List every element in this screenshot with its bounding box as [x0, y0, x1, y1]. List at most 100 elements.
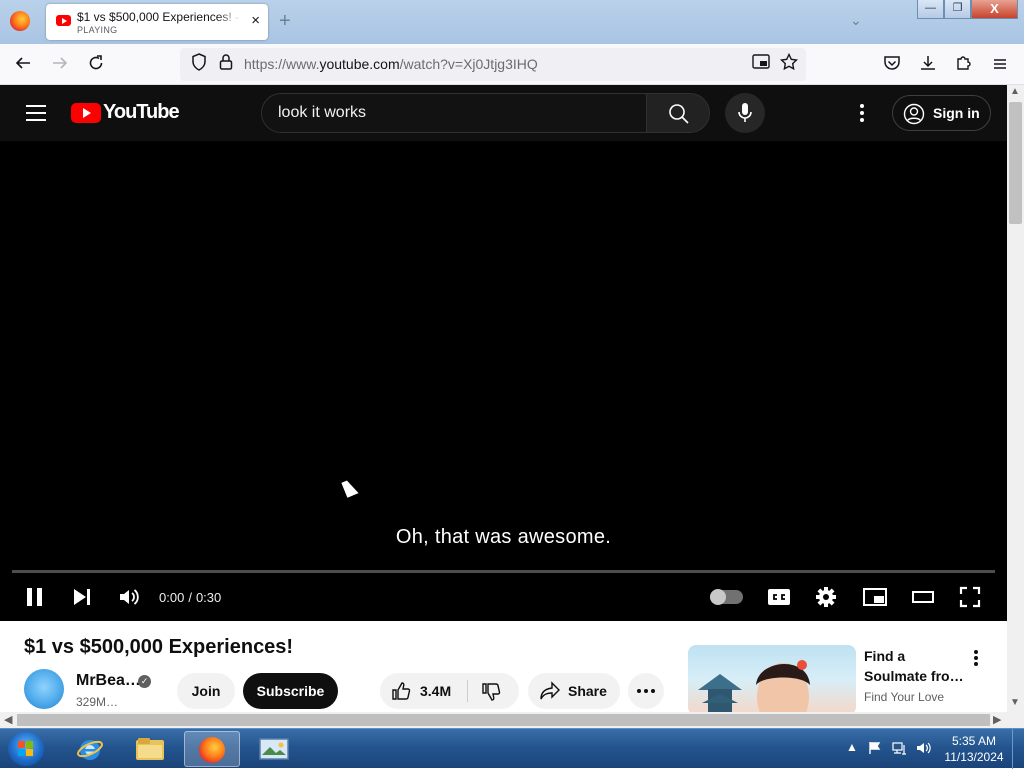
- horizontal-scroll-thumb[interactable]: [17, 714, 990, 726]
- browser-titlebar: $1 vs $500,000 Experiences! - YouTube PL…: [0, 0, 1024, 44]
- internet-explorer-icon: [77, 740, 103, 760]
- thumbs-up-icon[interactable]: [391, 681, 411, 701]
- reload-button[interactable]: [85, 54, 107, 76]
- subscribe-button[interactable]: Subscribe: [243, 673, 338, 709]
- star-icon: [779, 52, 799, 71]
- network-icon[interactable]: [892, 740, 908, 756]
- folder-icon: [136, 738, 164, 760]
- horizontal-scrollbar[interactable]: ◀ ▶: [0, 712, 1007, 728]
- taskbar-image-viewer[interactable]: [246, 731, 302, 767]
- back-button[interactable]: [12, 54, 34, 76]
- taskbar-clock[interactable]: 5:35 AM 11/13/2024: [938, 733, 1010, 765]
- scroll-left-arrow-icon[interactable]: ◀: [4, 713, 12, 726]
- scrollbar-corner: [1007, 712, 1024, 728]
- volume-icon: [120, 589, 139, 605]
- scroll-down-arrow-icon[interactable]: ▼: [1010, 697, 1020, 708]
- join-button[interactable]: Join: [177, 673, 235, 709]
- share-button[interactable]: Share: [528, 673, 620, 709]
- taskbar-firefox[interactable]: [184, 731, 240, 767]
- youtube-logo-icon[interactable]: [71, 103, 101, 123]
- guide-menu-button[interactable]: [26, 105, 46, 126]
- arrow-left-icon: [15, 57, 30, 69]
- app-menu-button[interactable]: [989, 54, 1011, 76]
- vertical-scrollbar[interactable]: ▲ ▼: [1007, 85, 1024, 712]
- microphone-icon: [738, 103, 752, 122]
- site-security-button[interactable]: [215, 53, 237, 75]
- next-video-button[interactable]: [70, 585, 96, 609]
- start-button[interactable]: [8, 732, 44, 766]
- url-text[interactable]: https://www.youtube.com/watch?v=Xj0Jtjg3…: [244, 56, 538, 72]
- picture-in-picture-button[interactable]: [750, 53, 772, 75]
- ad-menu-button[interactable]: [974, 650, 978, 668]
- like-count[interactable]: 3.4M: [420, 683, 451, 699]
- reload-icon: [89, 55, 103, 70]
- show-desktop-button[interactable]: [1012, 729, 1024, 769]
- ad-title[interactable]: Find a Soulmate fro…: [864, 646, 964, 686]
- settings-button[interactable]: [814, 585, 840, 609]
- sign-in-label: Sign in: [933, 105, 980, 121]
- video-player[interactable]: Oh, that was awesome. 0:00/0:30: [0, 141, 1007, 621]
- image-viewer-icon: [259, 738, 289, 760]
- bookmark-button[interactable]: [778, 52, 800, 75]
- duration: 0:30: [195, 590, 222, 605]
- restore-button[interactable]: ❐: [944, 0, 971, 19]
- ad-thumbnail[interactable]: [688, 645, 856, 712]
- progress-bar[interactable]: [12, 570, 995, 573]
- ad-sponsor: Find Your Love: [864, 690, 945, 704]
- tray-expand-icon[interactable]: ▲: [846, 740, 858, 754]
- search-input[interactable]: look it works: [261, 93, 647, 133]
- list-all-tabs-button[interactable]: ⌄: [850, 12, 862, 29]
- youtube-favicon-icon: [56, 15, 71, 26]
- close-window-button[interactable]: X: [971, 0, 1018, 19]
- scroll-up-arrow-icon[interactable]: ▲: [1010, 86, 1020, 97]
- miniplayer-button[interactable]: [862, 585, 888, 609]
- tracking-protection-button[interactable]: [188, 53, 210, 75]
- fullscreen-button[interactable]: [958, 585, 984, 609]
- more-actions-button[interactable]: [628, 673, 664, 709]
- search-button[interactable]: [646, 93, 710, 133]
- verified-badge-icon: ✓: [138, 675, 151, 688]
- minimize-button[interactable]: —: [917, 0, 944, 19]
- tab-close-button[interactable]: ×: [251, 12, 260, 30]
- mute-button[interactable]: [117, 585, 143, 609]
- navigation-toolbar: https://www.youtube.com/watch?v=Xj0Jtjg3…: [0, 44, 1024, 85]
- fullscreen-icon: [959, 586, 981, 608]
- action-center-flag-icon[interactable]: [868, 741, 882, 755]
- speaker-icon[interactable]: [916, 740, 932, 756]
- video-title: $1 vs $500,000 Experiences!: [24, 636, 294, 658]
- theater-mode-button[interactable]: [910, 585, 936, 609]
- firefox-logo-icon: [10, 11, 30, 31]
- theater-mode-icon: [912, 591, 934, 603]
- youtube-logo-text[interactable]: YouTube: [103, 101, 180, 124]
- pocket-button[interactable]: [881, 54, 903, 76]
- channel-name[interactable]: MrBea…: [76, 672, 141, 690]
- scroll-right-arrow-icon[interactable]: ▶: [993, 713, 1001, 726]
- mouse-cursor-icon: [341, 478, 359, 498]
- vertical-scroll-thumb[interactable]: [1009, 102, 1022, 224]
- channel-avatar[interactable]: [24, 669, 64, 709]
- extensions-button[interactable]: [953, 54, 975, 76]
- sign-in-button[interactable]: Sign in: [892, 95, 991, 131]
- subtitles-button[interactable]: [766, 585, 792, 609]
- arrow-right-icon: [53, 57, 68, 69]
- share-label: Share: [568, 683, 607, 699]
- tab-youtube-video[interactable]: $1 vs $500,000 Experiences! - YouTube PL…: [46, 4, 268, 40]
- puzzle-icon: [957, 56, 971, 70]
- autoplay-toggle[interactable]: [710, 589, 743, 605]
- search-query[interactable]: look it works: [278, 104, 366, 122]
- url-bar[interactable]: https://www.youtube.com/watch?v=Xj0Jtjg3…: [180, 48, 806, 81]
- pause-button[interactable]: [24, 585, 50, 609]
- windows-logo-icon: [18, 741, 34, 757]
- settings-more-button[interactable]: [860, 104, 866, 125]
- taskbar-internet-explorer[interactable]: [62, 731, 118, 767]
- autoplay-pause-icon: [710, 589, 726, 605]
- forward-button[interactable]: [49, 54, 71, 76]
- new-tab-button[interactable]: +: [279, 10, 291, 33]
- taskbar-file-explorer[interactable]: [122, 731, 178, 767]
- voice-search-button[interactable]: [725, 93, 765, 133]
- search-icon: [669, 104, 689, 124]
- downloads-button[interactable]: [917, 54, 939, 76]
- closed-captions-icon: [768, 589, 790, 605]
- tracking-shield-icon: [192, 53, 206, 71]
- thumbs-down-icon[interactable]: [481, 682, 501, 702]
